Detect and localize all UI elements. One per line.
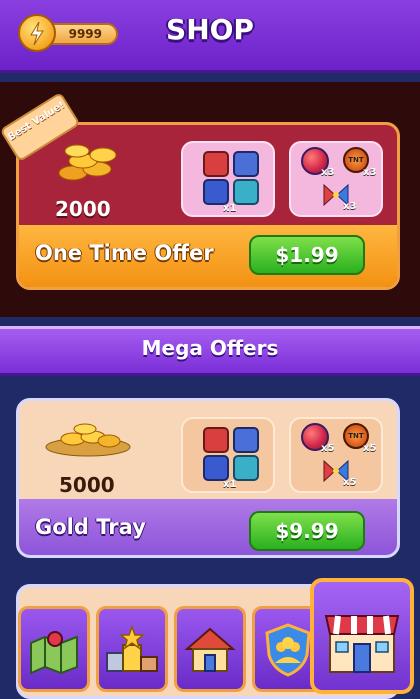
mallet-icon: [203, 179, 229, 205]
currency-display[interactable]: 9999: [18, 14, 118, 52]
powerup-multiplier: x3: [321, 167, 335, 178]
coin-amount: 2000: [55, 197, 111, 221]
gold-tray-icon: [45, 423, 131, 457]
boosters-bundle: x1: [181, 141, 275, 217]
lightning-coin-icon: [18, 14, 56, 52]
nav-shop[interactable]: [310, 578, 414, 694]
map-icon: [30, 631, 78, 675]
home-icon: [184, 627, 236, 672]
page-title: SHOP: [166, 13, 254, 46]
coin-pile-icon: [58, 144, 117, 181]
powerups-bundle: x3 TNT x3 x3: [289, 141, 383, 217]
coin-amount: 5000: [59, 473, 115, 497]
shop-icon: [324, 615, 400, 673]
powerup-multiplier: x3: [343, 201, 357, 212]
nav-leaderboard[interactable]: [96, 606, 168, 692]
offer-card-gold-tray: 5000 x1 x5 TNT x5 x5 Gold Tray $9.99: [16, 398, 400, 558]
podium-icon: [106, 624, 158, 672]
powerup-multiplier: x5: [343, 477, 357, 488]
blaster-icon: [233, 151, 259, 177]
mallet-icon: [203, 455, 229, 481]
buy-button-one-time-offer[interactable]: $1.99: [249, 235, 365, 275]
powerup-multiplier: x5: [321, 443, 335, 454]
gear-bomb-icon: [233, 455, 259, 481]
buy-button-gold-tray[interactable]: $9.99: [249, 511, 365, 551]
boosters-bundle: x1: [181, 417, 275, 493]
offer-card-one-time: 2000 x1 x3 TNT x3 x3 One Time Offer $1.9…: [16, 122, 400, 290]
powerup-multiplier: x5: [363, 443, 377, 454]
hammer-icon: [203, 427, 229, 453]
offer-name: Gold Tray: [35, 515, 146, 539]
nav-map[interactable]: [18, 606, 90, 692]
currency-amount: 9999: [68, 27, 102, 41]
section-title: Mega Offers: [141, 336, 279, 360]
boosters-multiplier: x1: [223, 203, 237, 214]
powerup-multiplier: x3: [363, 167, 377, 178]
blaster-icon: [233, 427, 259, 453]
powerups-bundle: x5 TNT x5 x5: [289, 417, 383, 493]
offer-name: One Time Offer: [35, 241, 214, 265]
gear-bomb-icon: [233, 179, 259, 205]
hammer-icon: [203, 151, 229, 177]
nav-home[interactable]: [174, 606, 246, 692]
boosters-multiplier: x1: [223, 479, 237, 490]
